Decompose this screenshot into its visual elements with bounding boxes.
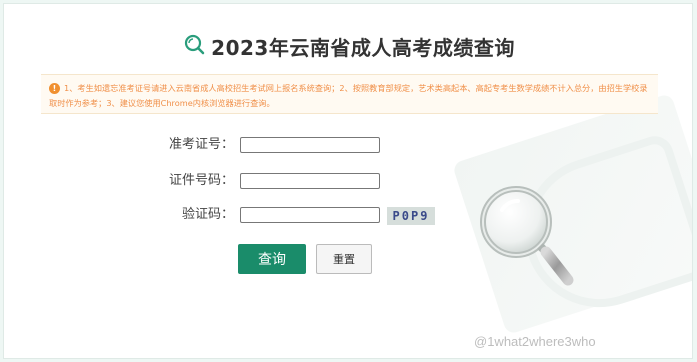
notice-text: 1、考生如遗忘准考证号请进入云南省成人高校招生考试网上报名系统查询；2、按照教育… bbox=[49, 83, 648, 108]
page-title: 2023年云南省成人高考成绩查询 bbox=[211, 35, 515, 60]
notice-box: ! 1、考生如遗忘准考证号请进入云南省成人高校招生考试网上报名系统查询；2、按照教… bbox=[41, 74, 658, 114]
admission-number-label: 准考证号： bbox=[168, 137, 234, 152]
admission-row: 准考证号： bbox=[4, 134, 234, 156]
id-number-input[interactable] bbox=[240, 173, 380, 189]
reset-button[interactable]: 重置 bbox=[316, 244, 372, 274]
page-header: 2023年云南省成人高考成绩查询 bbox=[4, 28, 692, 64]
search-icon bbox=[183, 33, 205, 59]
warning-icon: ! bbox=[49, 83, 60, 94]
watermark-text: @1what2where3who bbox=[474, 334, 596, 349]
query-card: 2023年云南省成人高考成绩查询 ! 1、考生如遗忘准考证号请进入云南省成人高校招… bbox=[3, 3, 693, 359]
captcha-label: 验证码： bbox=[181, 207, 234, 222]
admission-number-input[interactable] bbox=[240, 137, 380, 153]
id-number-row: 证件号码： bbox=[4, 170, 234, 192]
magnifier-illustration-icon bbox=[478, 184, 578, 298]
captcha-input[interactable] bbox=[240, 207, 380, 223]
captcha-image[interactable]: P0P9 bbox=[387, 207, 435, 225]
query-button[interactable]: 查询 bbox=[238, 244, 306, 274]
id-number-label: 证件号码： bbox=[168, 173, 234, 188]
captcha-row: 验证码： bbox=[4, 204, 234, 226]
